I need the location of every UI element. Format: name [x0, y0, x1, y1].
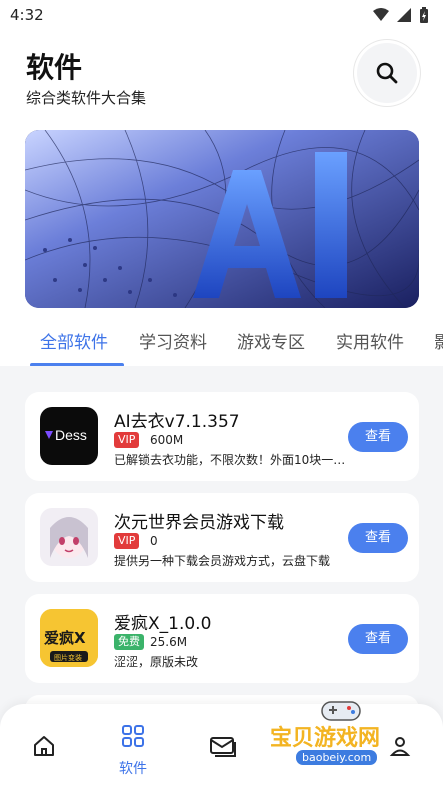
view-button[interactable]: 查看 — [348, 624, 408, 654]
banner-art — [25, 130, 419, 308]
status-icons — [373, 7, 429, 23]
app-size: 0 — [150, 534, 158, 548]
nav-software-label: 软件 — [119, 761, 147, 777]
search-icon — [376, 62, 398, 84]
tab-video[interactable]: 影 — [434, 328, 443, 353]
app-icon — [40, 508, 98, 566]
tab-all-software[interactable]: 全部软件 — [40, 328, 108, 353]
app-name: AI去衣v7.1.357 — [114, 412, 240, 432]
signal-icon — [397, 8, 411, 22]
app-description: 提供另一种下载会员游戏方式，云盘下载 — [114, 554, 331, 568]
page-title: 软件 — [26, 51, 83, 84]
app-description: 涩涩，原版未改 — [114, 655, 199, 669]
app-size: 600M — [150, 433, 184, 447]
grid-icon — [122, 725, 144, 747]
view-button[interactable]: 查看 — [348, 422, 408, 452]
banner-image[interactable] — [25, 130, 419, 308]
header: 软件 综合类软件大合集 — [0, 30, 443, 120]
home-icon — [34, 736, 54, 756]
list-item[interactable]: 次元世界会员游戏下载 VIP 0 提供另一种下载会员游戏方式，云盘下载 查看 — [25, 493, 419, 582]
nav-messages[interactable] — [203, 724, 243, 774]
app-name: 次元世界会员游戏下载 — [114, 513, 284, 533]
app-description: 已解锁去衣功能，不限次数！外面10块一… — [114, 453, 346, 467]
nav-software[interactable]: 软件 — [113, 724, 153, 777]
tab-study-materials[interactable]: 学习资料 — [139, 328, 207, 353]
status-bar: 4:32 — [0, 0, 443, 30]
list-item[interactable]: 爱疯X 图片变装 爱疯X_1.0.0 免费 25.6M 涩涩，原版未改 查看 — [25, 594, 419, 683]
view-button[interactable]: 查看 — [348, 523, 408, 553]
watermark: 宝贝游戏网 baobeiy.com — [268, 700, 413, 772]
mail-icon — [210, 737, 236, 757]
wifi-icon — [373, 8, 389, 21]
nav-home[interactable] — [24, 724, 64, 774]
battery-icon — [420, 7, 428, 23]
vip-badge: VIP — [114, 432, 140, 448]
list-item[interactable]: Dess AI去衣v7.1.357 VIP 600M 已解锁去衣功能，不限次数！… — [25, 392, 419, 481]
app-icon-label: 爱疯X — [44, 629, 86, 647]
status-time: 4:32 — [10, 6, 44, 24]
page-subtitle: 综合类软件大合集 — [26, 89, 147, 107]
app-icon: 爱疯X 图片变装 — [40, 609, 98, 667]
tab-utilities[interactable]: 实用软件 — [336, 328, 404, 353]
search-button[interactable] — [357, 43, 417, 103]
category-tabs: 全部软件 学习资料 游戏专区 实用软件 影 — [0, 320, 443, 367]
free-badge: 免费 — [114, 634, 144, 650]
app-icon-label: Dess — [55, 427, 87, 443]
app-icon: Dess — [40, 407, 98, 465]
tab-games[interactable]: 游戏专区 — [237, 328, 305, 353]
vip-badge: VIP — [114, 533, 140, 549]
app-name: 爱疯X_1.0.0 — [114, 614, 212, 634]
app-size: 25.6M — [150, 635, 188, 649]
watermark-url: baobeiy.com — [296, 750, 378, 765]
watermark-text: 宝贝游戏网 — [270, 726, 381, 751]
app-icon-sublabel: 图片变装 — [54, 653, 82, 662]
